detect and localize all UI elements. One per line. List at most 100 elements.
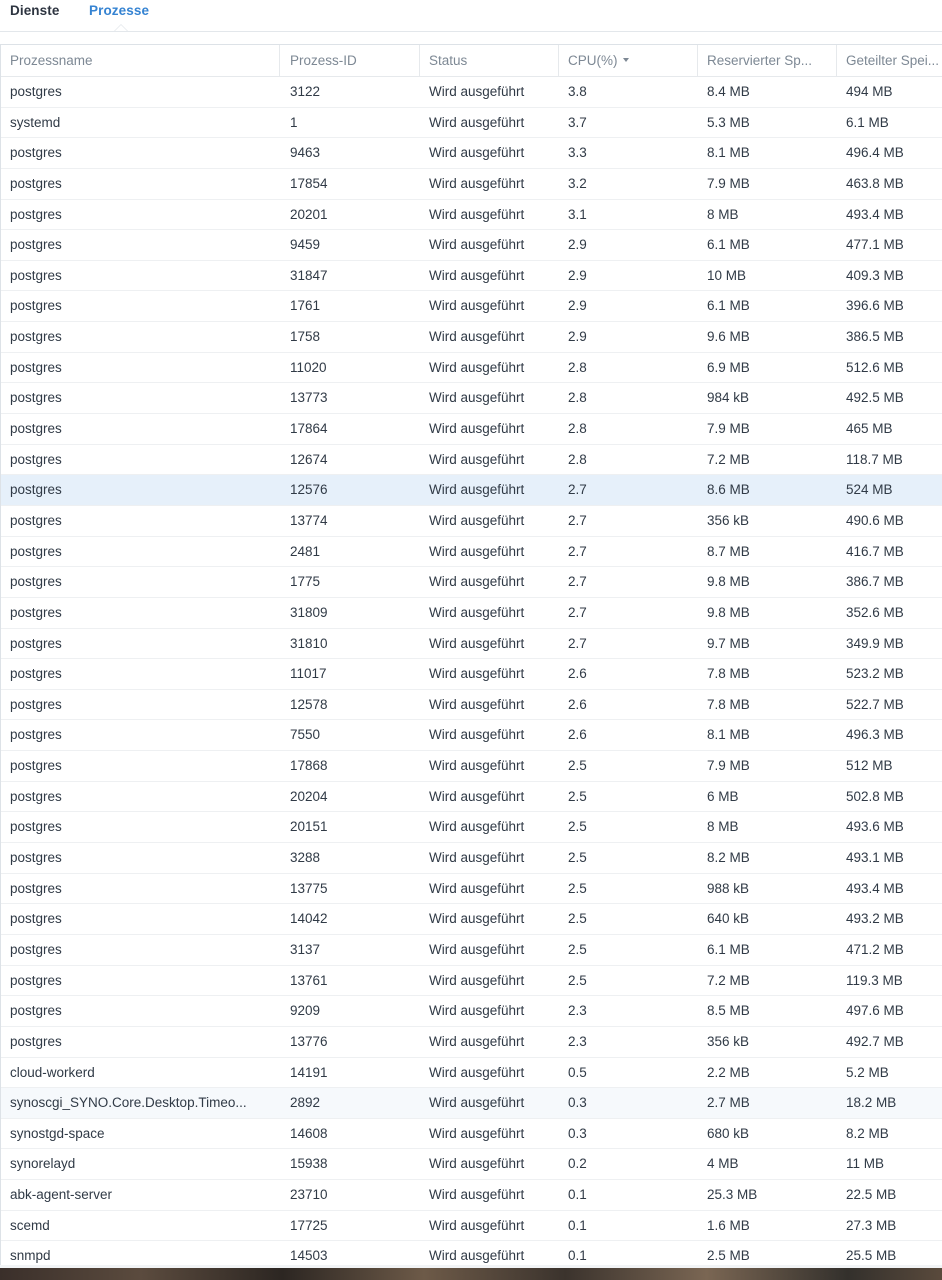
sort-descending-icon [622, 58, 629, 63]
table-row[interactable]: postgres 14042 Wird ausgeführt 2.5 640 kB 493… [1, 904, 942, 935]
cell-reservierter-speicher: 4 MB [707, 1156, 739, 1172]
table-row[interactable]: postgres 1775 Wird ausgeführt 2.7 9.8 MB 386.… [1, 567, 942, 598]
column-header-reservierter-speicher[interactable]: Reservierter Sp... [698, 45, 837, 76]
table-row[interactable]: postgres 12576 Wird ausgeführt 2.7 8.6 MB 524… [1, 475, 942, 506]
table-row[interactable]: postgres 11020 Wird ausgeführt 2.8 6.9 MB 512… [1, 353, 942, 384]
cell-geteilter-speicher: 512 MB [846, 758, 893, 774]
table-row[interactable]: postgres 2481 Wird ausgeführt 2.7 8.7 MB 416.… [1, 537, 942, 568]
table-row[interactable]: postgres 20204 Wird ausgeführt 2.5 6 MB 502.8… [1, 782, 942, 813]
cell-reservierter-speicher: 7.8 MB [707, 666, 750, 682]
cell-prozess-id: 12576 [290, 482, 328, 498]
table-row[interactable]: synoscgi_SYNO.Core.Desktop.Timeo... 2892 W… [1, 1088, 942, 1119]
cell-prozess-id: 17868 [290, 758, 328, 774]
cell-cpu: 2.3 [568, 1003, 587, 1019]
cell-geteilter-speicher: 11 MB [846, 1156, 885, 1172]
table-row[interactable]: postgres 13774 Wird ausgeführt 2.7 356 kB 490… [1, 506, 942, 537]
table-row[interactable]: snmpd 14503 Wird ausgeführt 0.1 2.5 MB 25.5 M… [1, 1241, 942, 1265]
cell-prozess-id: 9209 [290, 1003, 321, 1019]
cell-reservierter-speicher: 2.7 MB [707, 1095, 750, 1111]
table-row[interactable]: postgres 1758 Wird ausgeführt 2.9 9.6 MB 386.… [1, 322, 942, 353]
cell-cpu: 0.1 [568, 1217, 587, 1233]
table-row[interactable]: cloud-workerd 14191 Wird ausgeführt 0.5 2.2 … [1, 1058, 942, 1089]
cell-geteilter-speicher: 493.6 MB [846, 819, 904, 835]
cell-reservierter-speicher: 6.9 MB [707, 359, 750, 375]
table-row[interactable]: postgres 9463 Wird ausgeführt 3.3 8.1 MB 496.… [1, 138, 942, 169]
tab-prozesse[interactable]: Prozesse [89, 3, 149, 18]
column-header-cpu[interactable]: CPU(%) [559, 45, 698, 76]
table-row[interactable]: abk-agent-server 23710 Wird ausgeführt 0.1 2… [1, 1180, 942, 1211]
table-row[interactable]: postgres 9459 Wird ausgeführt 2.9 6.1 MB 477.… [1, 230, 942, 261]
cell-prozess-id: 31809 [290, 604, 328, 620]
cell-prozessname: postgres [10, 696, 62, 712]
cell-reservierter-speicher: 8.1 MB [707, 727, 750, 743]
table-row[interactable]: postgres 17864 Wird ausgeführt 2.8 7.9 MB 465… [1, 414, 942, 445]
table-row[interactable]: postgres 1761 Wird ausgeführt 2.9 6.1 MB 396.… [1, 291, 942, 323]
table-row[interactable]: postgres 13761 Wird ausgeführt 2.5 7.2 MB 119… [1, 966, 942, 997]
cell-cpu: 0.1 [568, 1248, 587, 1264]
cell-status: Wird ausgeführt [429, 1248, 525, 1264]
cell-status: Wird ausgeführt [429, 421, 525, 437]
table-row[interactable]: synorelayd 15938 Wird ausgeführt 0.2 4 MB 11 … [1, 1149, 942, 1181]
cell-status: Wird ausgeführt [429, 451, 525, 467]
cell-prozessname: postgres [10, 1033, 62, 1049]
table-row[interactable]: postgres 17854 Wird ausgeführt 3.2 7.9 MB 463… [1, 169, 942, 200]
cell-geteilter-speicher: 463.8 MB [846, 175, 904, 191]
table-row[interactable]: postgres 13773 Wird ausgeführt 2.8 984 kB 492… [1, 383, 942, 415]
table-row[interactable]: postgres 13776 Wird ausgeführt 2.3 356 kB 492… [1, 1027, 942, 1058]
cell-cpu: 2.5 [568, 911, 587, 927]
cell-prozess-id: 1761 [290, 298, 321, 314]
cell-prozessname: postgres [10, 666, 62, 682]
cell-geteilter-speicher: 493.2 MB [846, 911, 904, 927]
cell-geteilter-speicher: 490.6 MB [846, 512, 904, 528]
table-row[interactable]: postgres 12578 Wird ausgeführt 2.6 7.8 MB 522… [1, 690, 942, 721]
table-row[interactable]: postgres 9209 Wird ausgeführt 2.3 8.5 MB 497.… [1, 996, 942, 1027]
table-row[interactable]: postgres 31810 Wird ausgeführt 2.7 9.7 MB 349… [1, 629, 942, 660]
cell-reservierter-speicher: 7.9 MB [707, 421, 750, 437]
cell-status: Wird ausgeführt [429, 788, 525, 804]
cell-status: Wird ausgeführt [429, 635, 525, 651]
table-row[interactable]: postgres 3122 Wird ausgeführt 3.8 8.4 MB 494 … [1, 77, 942, 108]
cell-reservierter-speicher: 8.4 MB [707, 84, 750, 99]
table-row[interactable]: synostgd-space 14608 Wird ausgeführt 0.3 680… [1, 1119, 942, 1150]
cell-cpu: 2.7 [568, 482, 587, 498]
table-row[interactable]: postgres 31847 Wird ausgeführt 2.9 10 MB 409.… [1, 261, 942, 292]
table-row[interactable]: postgres 7550 Wird ausgeführt 2.6 8.1 MB 496.… [1, 720, 942, 752]
cell-prozessname: synostgd-space [10, 1125, 105, 1141]
cell-reservierter-speicher: 8.1 MB [707, 145, 750, 161]
column-header-geteilter-speicher[interactable]: Geteilter Spei... [837, 45, 942, 76]
cell-geteilter-speicher: 465 MB [846, 421, 893, 437]
cell-prozess-id: 3122 [290, 84, 321, 99]
column-header-prozessname[interactable]: Prozessname [1, 45, 280, 76]
table-row[interactable]: postgres 11017 Wird ausgeführt 2.6 7.8 MB 523… [1, 659, 942, 690]
table-row[interactable]: postgres 17868 Wird ausgeführt 2.5 7.9 MB 512… [1, 751, 942, 782]
cell-prozess-id: 3137 [290, 941, 321, 957]
table-row[interactable]: postgres 31809 Wird ausgeführt 2.7 9.8 MB 352… [1, 598, 942, 629]
table-row[interactable]: postgres 13775 Wird ausgeführt 2.5 988 kB 493… [1, 874, 942, 905]
cell-prozessname: postgres [10, 451, 62, 467]
cell-status: Wird ausgeführt [429, 880, 525, 896]
cell-geteilter-speicher: 18.2 MB [846, 1095, 897, 1111]
cell-cpu: 2.7 [568, 512, 587, 528]
cell-reservierter-speicher: 6.1 MB [707, 237, 750, 253]
cell-prozessname: postgres [10, 390, 62, 406]
table-row[interactable]: postgres 20151 Wird ausgeführt 2.5 8 MB 493.6… [1, 812, 942, 844]
column-header-status[interactable]: Status [420, 45, 559, 76]
table-row[interactable]: postgres 3288 Wird ausgeführt 2.5 8.2 MB 493.… [1, 843, 942, 874]
table-row[interactable]: postgres 3137 Wird ausgeführt 2.5 6.1 MB 471.… [1, 935, 942, 966]
cell-prozess-id: 14042 [290, 911, 328, 927]
cell-status: Wird ausgeführt [429, 1156, 525, 1172]
cell-cpu: 2.5 [568, 788, 587, 804]
cell-cpu: 3.2 [568, 175, 587, 191]
table-row[interactable]: scemd 17725 Wird ausgeführt 0.1 1.6 MB 27.3 M… [1, 1211, 942, 1242]
table-row[interactable]: systemd 1 Wird ausgeführt 3.7 5.3 MB 6.1 MB [1, 108, 942, 139]
cell-geteilter-speicher: 512.6 MB [846, 359, 904, 375]
tab-dienste[interactable]: Dienste [10, 3, 59, 18]
cell-status: Wird ausgeführt [429, 482, 525, 498]
cell-prozessname: postgres [10, 482, 62, 498]
table-row[interactable]: postgres 20201 Wird ausgeführt 3.1 8 MB 493.4… [1, 200, 942, 231]
cell-prozess-id: 2481 [290, 543, 321, 559]
table-row[interactable]: postgres 12674 Wird ausgeführt 2.8 7.2 MB 118… [1, 445, 942, 476]
cell-reservierter-speicher: 680 kB [707, 1125, 750, 1141]
cell-status: Wird ausgeführt [429, 512, 525, 528]
column-header-prozess-id[interactable]: Prozess-ID [281, 45, 420, 76]
